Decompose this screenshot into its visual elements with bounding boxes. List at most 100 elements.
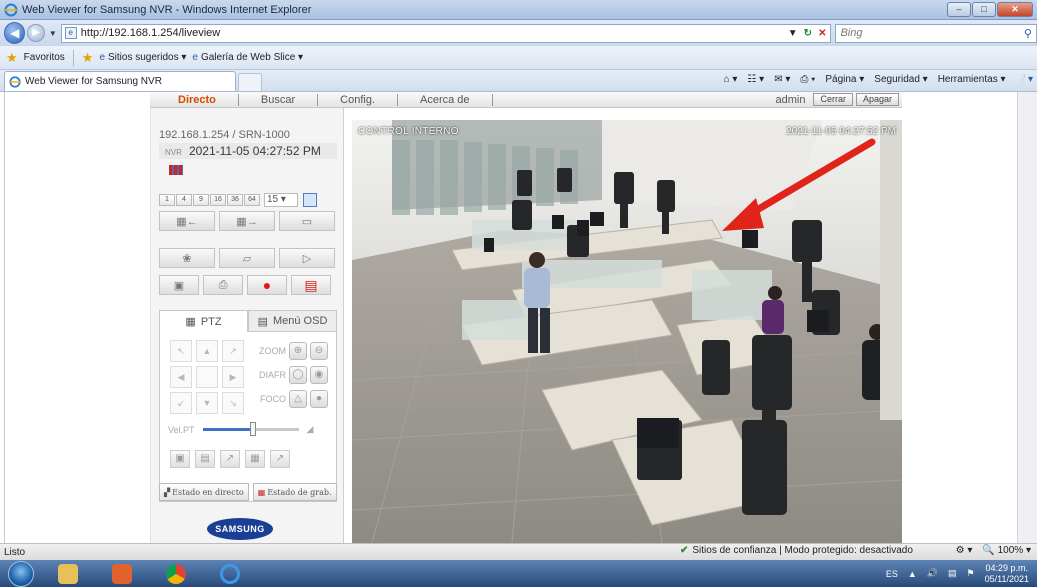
settings-icon[interactable]: ⚙ ▾ [956,545,973,556]
add-favorite-icon[interactable]: ★ [82,50,94,66]
fullscreen-button[interactable] [303,193,317,207]
tour-button[interactable]: ↗ [270,450,290,468]
mail-icon[interactable]: ✉ ▾ [774,74,790,85]
taskbar-office[interactable] [102,561,142,586]
nav-live[interactable]: Directo [150,93,239,106]
start-button[interactable] [8,560,34,587]
favorites-star-icon[interactable]: ★ [6,50,18,66]
tools-menu[interactable]: Herramientas ▾ [938,74,1006,85]
ptz-up-left-button[interactable]: ↖ [170,340,192,362]
next-layout-button[interactable]: ▦→ [219,211,275,231]
iris-close-icon[interactable]: ◉ [310,366,328,384]
ptz-right-button[interactable]: ▶ [222,366,244,388]
sequence-button[interactable]: ▭ [279,211,335,231]
vertical-scrollbar[interactable] [1017,92,1037,543]
clock-time: 04:29 p.m. [985,562,1029,573]
split-64-button[interactable]: 64 [244,194,260,206]
shutdown-button[interactable]: Apagar [855,93,899,106]
backup-icon[interactable]: ▤ [291,275,331,295]
forward-button[interactable]: ▶ [27,24,45,42]
page-menu[interactable]: Página ▾ [825,74,864,85]
swing-button[interactable]: ↗ [220,450,240,468]
clock[interactable]: 04:29 p.m. 05/11/2021 [985,563,1029,585]
focus-far-icon[interactable]: ● [310,390,328,408]
preset-set-button[interactable]: ▣ [170,450,190,468]
ptz-down-button[interactable]: ▼ [196,392,218,414]
record-icon[interactable]: ● [247,275,287,295]
security-zone[interactable]: ✔ Sitios de confianza | Modo protegido: … [680,545,913,556]
prev-layout-button[interactable]: ▦← [159,211,215,231]
alarm-icon[interactable]: ❀ [159,248,215,268]
tab-ptz[interactable]: ▦ PTZ [159,310,248,332]
url-dropdown-icon[interactable]: ▼ [788,28,798,39]
live-status-button[interactable]: ▞ Estado en directo [159,483,249,501]
capture-icon[interactable]: ▣ [159,275,199,295]
rec-status-button[interactable]: ▦ Estado de grab. [252,483,337,501]
network-icon[interactable]: ▤ [948,568,957,579]
taskbar-ie[interactable] [210,561,250,586]
taskbar-chrome[interactable] [156,561,196,586]
username: admin [775,93,806,106]
print-icon[interactable]: ⎙ ▾ [800,74,815,85]
tab-osd-menu[interactable]: ▤ Menú OSD [248,310,337,332]
camera-feed[interactable]: CONTROL INTERNO 2021-11-05 04:27:52 PM [352,120,902,543]
ptz-up-right-button[interactable]: ↗ [222,340,244,362]
nav-setup[interactable]: Config. [318,93,399,106]
security-menu[interactable]: Seguridad ▾ [874,74,927,85]
search-input[interactable]: Bing ⚲ [835,23,1037,43]
volume-icon[interactable]: 🔊 [927,568,938,579]
function-button-row: ❀ ▱ ▷ [159,248,335,268]
language-indicator[interactable]: ES [886,569,898,579]
split-9-button[interactable]: 9 [193,194,209,206]
show-hidden-icons[interactable]: ▲ [908,569,917,579]
live-status-icon: ▞ [164,487,171,497]
freeze-icon[interactable]: ▱ [219,248,275,268]
split-36-button[interactable]: 36 [227,194,243,206]
maximize-button[interactable]: □ [972,2,996,17]
speed-slider-handle[interactable] [249,422,256,436]
feeds-icon[interactable]: ☷ ▾ [747,74,764,85]
favorites-button[interactable]: Favoritos [24,52,65,63]
close-button[interactable]: ✕ [997,2,1033,17]
split-16-button[interactable]: 16 [210,194,226,206]
zoom-out-icon[interactable]: ⊖ [310,342,328,360]
minimize-button[interactable]: – [947,2,971,17]
back-button[interactable]: ◀ [4,22,26,44]
ptz-left-button[interactable]: ◀ [170,366,192,388]
zoom-in-icon[interactable]: ⊕ [289,342,307,360]
focus-near-icon[interactable]: △ [289,390,307,408]
tab-ptz-label: PTZ [200,315,222,328]
channel-select[interactable]: 15 ▾ [264,193,298,207]
new-tab-button[interactable] [238,73,262,91]
nav-search[interactable]: Buscar [239,93,319,106]
nav-about[interactable]: Acerca de [398,93,493,106]
iris-open-icon[interactable]: ◯ [289,366,307,384]
suggested-sites-link[interactable]: e Sitios sugeridos ▾ [99,52,186,63]
logout-button[interactable]: Cerrar [813,93,853,106]
ptz-up-button[interactable]: ▲ [196,340,218,362]
audio-icon[interactable]: ▷ [279,248,335,268]
print-icon[interactable]: ⎙ [203,275,243,295]
help-icon[interactable]: ❔▾ [1016,74,1033,85]
ptz-speed-control: Vel.PT ◢ [168,422,313,436]
search-icon[interactable]: ⚲ [1024,27,1032,40]
action-center-icon[interactable]: ⚑ [967,568,975,579]
group-button[interactable]: ▦ [245,450,265,468]
preset-go-button[interactable]: ▤ [195,450,215,468]
url-field[interactable]: e http://192.168.1.254/liveview ▼ ↻ ✕ [60,23,832,43]
ptz-down-left-button[interactable]: ↙ [170,392,192,414]
web-slice-gallery-link[interactable]: e Galería de Web Slice ▾ [192,52,303,63]
split-1-button[interactable]: 1 [159,194,175,206]
ptz-down-right-button[interactable]: ↘ [222,392,244,414]
split-4-button[interactable]: 4 [176,194,192,206]
home-icon[interactable]: ⌂ ▾ [724,74,738,85]
camera-label: CONTROL INTERNO [358,126,459,137]
refresh-icon[interactable]: ↻ [804,28,812,39]
history-dropdown-icon[interactable]: ▼ [49,29,57,38]
speed-slider[interactable] [202,422,299,436]
taskbar-explorer[interactable] [48,561,88,586]
tab-samsung-nvr[interactable]: Web Viewer for Samsung NVR [4,71,236,91]
zoom-level[interactable]: 🔍 100% ▾ [982,545,1031,556]
suggested-sites-label: Sitios sugeridos ▾ [108,52,187,63]
stop-icon[interactable]: ✕ [818,28,826,39]
